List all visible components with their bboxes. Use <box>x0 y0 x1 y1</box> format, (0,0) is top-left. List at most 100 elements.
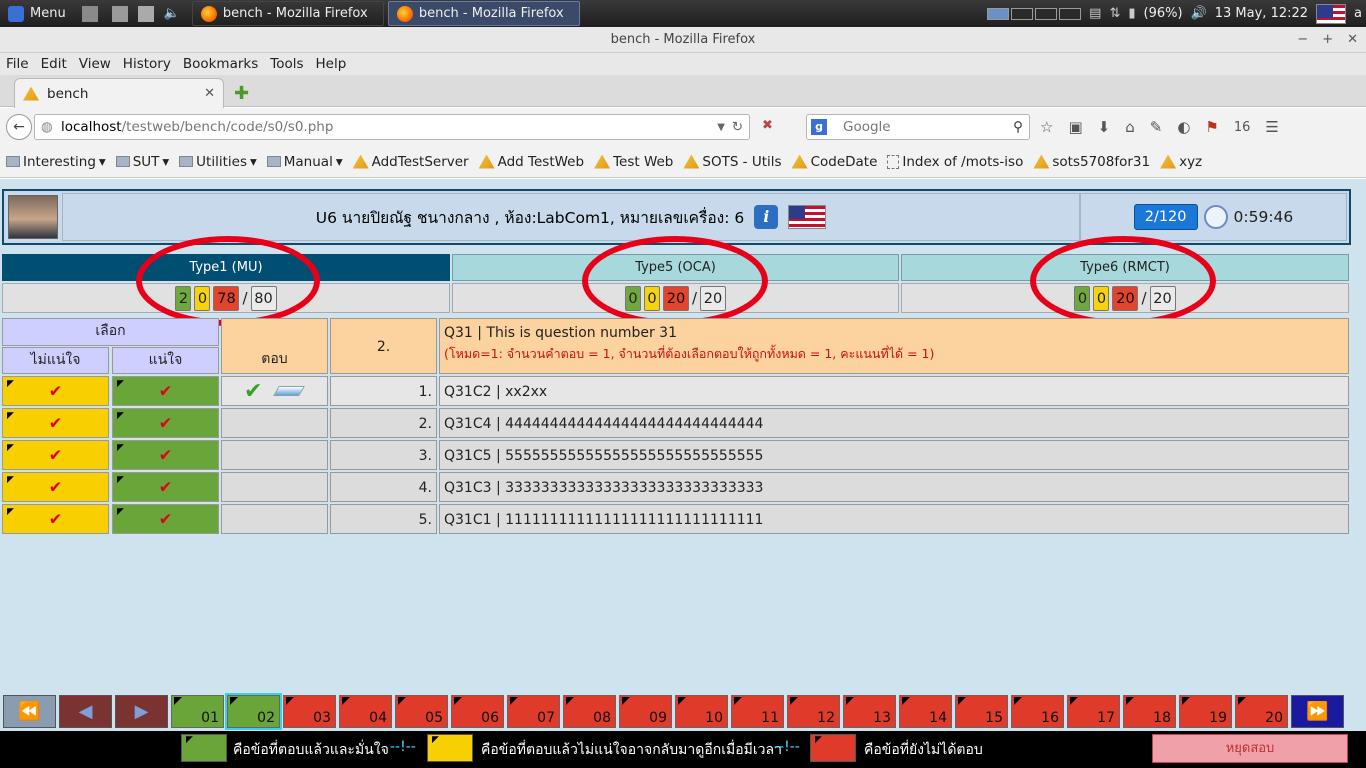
volume-icon[interactable]: 🔈 <box>164 6 180 21</box>
pager-item-05[interactable]: 05 <box>395 695 448 728</box>
unsure-choice-1[interactable]: ◤ ✔ <box>2 376 109 406</box>
pager-item-20[interactable]: 20 <box>1235 695 1288 728</box>
pager-item-19[interactable]: 19 <box>1179 695 1232 728</box>
pager-item-12[interactable]: 12 <box>787 695 840 728</box>
bookmark-codedate[interactable]: CodeDate <box>791 154 877 170</box>
unsure-choice-5[interactable]: ◤ ✔ <box>2 504 109 534</box>
unsure-choice-4[interactable]: ◤ ✔ <box>2 472 109 502</box>
bookmark-folder-utilities[interactable]: Utilities ▾ <box>179 154 257 170</box>
sound-icon[interactable]: 🔊 <box>1191 6 1207 21</box>
close-icon[interactable]: ✕ <box>1347 27 1358 53</box>
pager-item-04[interactable]: 04 <box>339 695 392 728</box>
pager-item-08[interactable]: 08 <box>563 695 616 728</box>
progress-button[interactable]: 2/120 <box>1133 204 1198 230</box>
menu-file[interactable]: File <box>6 53 29 75</box>
sure-choice-4[interactable]: ◤ ✔ <box>112 472 219 502</box>
bookmark-folder-interesting[interactable]: Interesting ▾ <box>6 154 106 170</box>
clock-text[interactable]: 13 May, 12:22 <box>1215 6 1308 21</box>
reload-icon[interactable]: ↻ <box>732 119 743 135</box>
edit-icon[interactable]: ✎ <box>1150 118 1163 136</box>
battery-icon[interactable]: ▮ <box>1128 6 1135 21</box>
pager-item-17[interactable]: 17 <box>1067 695 1120 728</box>
pager-item-07[interactable]: 07 <box>507 695 560 728</box>
minimize-icon[interactable]: − <box>1297 27 1308 53</box>
bookmark-addtestweb[interactable]: Add TestWeb <box>478 154 584 170</box>
clipboard-icon[interactable]: ▣ <box>1068 118 1082 136</box>
monitor-icon[interactable] <box>81 5 98 22</box>
type5-header[interactable]: Type5 (OCA) <box>452 254 899 281</box>
pager-item-02[interactable]: 02 <box>225 693 282 730</box>
dropdown-icon[interactable]: ▼ <box>717 122 725 133</box>
next-page-button[interactable]: ▶ <box>115 695 168 728</box>
back-button[interactable]: ← <box>6 114 32 140</box>
pager-item-09[interactable]: 09 <box>619 695 672 728</box>
stop-exam-button[interactable]: หยุดสอบ <box>1152 734 1348 763</box>
unsure-choice-3[interactable]: ◤ ✔ <box>2 440 109 470</box>
bookmark-testweb[interactable]: Test Web <box>594 154 673 170</box>
type1-header[interactable]: Type1 (MU) <box>2 254 450 281</box>
bookmark-folder-manual[interactable]: Manual ▾ <box>266 154 343 170</box>
answer-cell-4[interactable] <box>221 472 328 502</box>
bookmark-sots5708for31[interactable]: sots5708for31 <box>1033 154 1150 170</box>
sure-choice-2[interactable]: ◤ ✔ <box>112 408 219 438</box>
menu-bookmarks[interactable]: Bookmarks <box>183 53 258 75</box>
menu-view[interactable]: View <box>79 53 111 75</box>
taskbar-task-firefox-2[interactable]: bench - Mozilla Firefox <box>387 1 580 26</box>
pager-item-13[interactable]: 13 <box>843 695 896 728</box>
folder-icon[interactable] <box>111 5 128 22</box>
sure-choice-5[interactable]: ◤ ✔ <box>112 504 219 534</box>
pager-item-11[interactable]: 11 <box>731 695 784 728</box>
notes-icon[interactable]: ▤ <box>1089 6 1101 21</box>
answer-cell-3[interactable] <box>221 440 328 470</box>
bookmark-index-mots-iso[interactable]: Index of /mots-iso <box>887 154 1023 170</box>
hamburger-menu-icon[interactable]: ☰ <box>1265 118 1278 136</box>
pager-item-15[interactable]: 15 <box>955 695 1008 728</box>
pager-item-18[interactable]: 18 <box>1123 695 1176 728</box>
type6-header[interactable]: Type6 (RMCT) <box>901 254 1349 281</box>
addon-icon[interactable]: ✖ <box>762 118 773 133</box>
pager-item-03[interactable]: 03 <box>283 695 336 728</box>
menu-history[interactable]: History <box>123 53 171 75</box>
last-page-button[interactable]: ⏩ <box>1291 695 1344 728</box>
tab-close-icon[interactable]: ✕ <box>204 86 215 101</box>
home-icon[interactable]: ⌂ <box>1125 118 1135 136</box>
flag-icon[interactable]: ⚑ <box>1205 118 1218 136</box>
keyboard-layout[interactable]: a <box>1354 6 1362 21</box>
google-icon[interactable]: g <box>811 119 827 135</box>
pager-item-06[interactable]: 06 <box>451 695 504 728</box>
tab-bench[interactable]: bench ✕ <box>14 78 224 108</box>
pager-item-16[interactable]: 16 <box>1011 695 1064 728</box>
menu-tools[interactable]: Tools <box>270 53 303 75</box>
bookmark-folder-sut[interactable]: SUT ▾ <box>115 154 169 170</box>
search-bar[interactable]: g Google ⚲ <box>806 114 1030 140</box>
info-icon[interactable]: i <box>754 205 779 229</box>
maximize-icon[interactable]: + <box>1322 27 1333 53</box>
sure-choice-1[interactable]: ◤ ✔ <box>112 376 219 406</box>
menu-edit[interactable]: Edit <box>41 53 67 75</box>
bookmark-star-icon[interactable]: ☆ <box>1040 118 1053 136</box>
extension-icon[interactable]: ◐ <box>1177 118 1190 136</box>
bookmark-addtestserver[interactable]: AddTestServer <box>352 154 469 170</box>
answer-cell-5[interactable] <box>221 504 328 534</box>
menu-help[interactable]: Help <box>316 53 347 75</box>
new-tab-icon[interactable]: ✚ <box>234 83 249 104</box>
answer-cell-2[interactable] <box>221 408 328 438</box>
first-page-button[interactable]: ⏪ <box>3 695 56 728</box>
start-menu-button[interactable]: Menu <box>0 0 74 27</box>
window-icon[interactable] <box>137 5 154 22</box>
pager-item-14[interactable]: 14 <box>899 695 952 728</box>
us-flag-icon[interactable] <box>788 205 827 229</box>
search-icon[interactable]: ⚲ <box>1013 119 1023 135</box>
unsure-choice-2[interactable]: ◤ ✔ <box>2 408 109 438</box>
us-flag-icon[interactable] <box>1316 3 1347 24</box>
workspace-switcher[interactable] <box>987 7 1082 20</box>
pager-item-01[interactable]: 01 <box>171 695 224 728</box>
download-icon[interactable]: ⬇ <box>1098 118 1111 136</box>
taskbar-task-firefox-1[interactable]: bench - Mozilla Firefox <box>191 1 384 26</box>
sure-choice-3[interactable]: ◤ ✔ <box>112 440 219 470</box>
pager-item-10[interactable]: 10 <box>675 695 728 728</box>
answer-cell-1[interactable]: ✔ <box>221 376 328 406</box>
url-bar[interactable]: ◍ localhost/testweb/bench/code/s0/s0.php… <box>34 114 750 140</box>
prev-page-button[interactable]: ◀ <box>59 695 112 728</box>
network-icon[interactable]: ⇅ <box>1109 6 1120 21</box>
